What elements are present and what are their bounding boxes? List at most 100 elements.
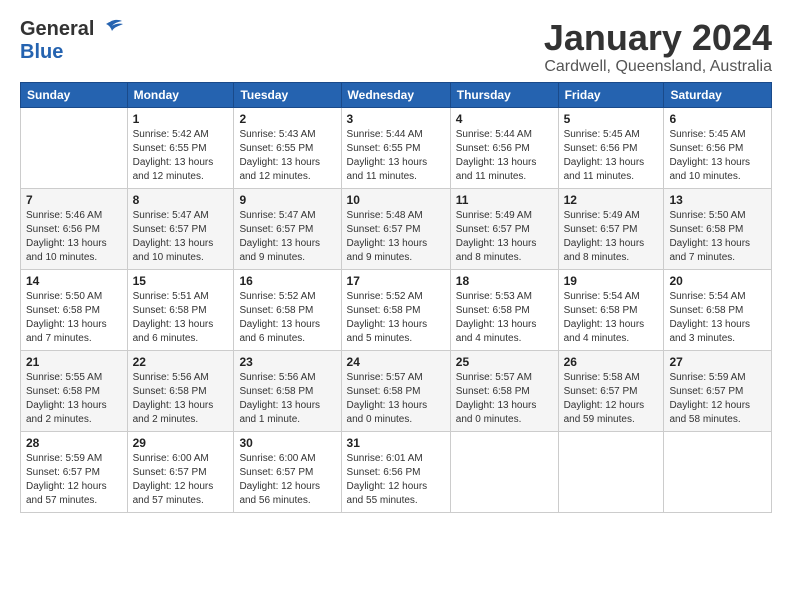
table-row: 23 Sunrise: 5:56 AMSunset: 6:58 PMDayligh… [234, 350, 341, 431]
col-tuesday: Tuesday [234, 82, 341, 107]
table-row [664, 431, 772, 512]
day-info: Sunrise: 5:59 AMSunset: 6:57 PMDaylight:… [669, 371, 766, 427]
day-number: 6 [669, 112, 766, 126]
table-row: 3 Sunrise: 5:44 AMSunset: 6:55 PMDaylight… [341, 107, 450, 188]
table-row: 29Sunrise: 6:00 AMSunset: 6:57 PMDayligh… [127, 431, 234, 512]
day-info: Sunrise: 5:43 AMSunset: 6:55 PMDaylight:… [239, 128, 335, 184]
day-info: Sunrise: 5:45 AMSunset: 6:56 PMDaylight:… [564, 128, 659, 184]
calendar-week-row: 1Sunrise: 5:42 AMSunset: 6:55 PMDaylight… [21, 107, 772, 188]
day-info: Sunrise: 5:47 AMSunset: 6:57 PMDaylight:… [239, 209, 335, 265]
day-number: 5 [564, 112, 659, 126]
calendar-week-row: 21 Sunrise: 5:55 AMSunset: 6:58 PMDayligh… [21, 350, 772, 431]
day-info: Sunrise: 5:46 AMSunset: 6:56 PMDaylight:… [26, 209, 122, 265]
logo-general: General [20, 18, 94, 41]
table-row: 18 Sunrise: 5:53 AMSunset: 6:58 PMDayligh… [450, 269, 558, 350]
day-number: 7 [26, 193, 122, 207]
table-row: 26Sunrise: 5:58 AMSunset: 6:57 PMDayligh… [558, 350, 664, 431]
col-saturday: Saturday [664, 82, 772, 107]
day-number: 1 [133, 112, 229, 126]
day-number: 29 [133, 436, 229, 450]
table-row: 20 Sunrise: 5:54 AMSunset: 6:58 PMDayligh… [664, 269, 772, 350]
calendar-week-row: 14 Sunrise: 5:50 AMSunset: 6:58 PMDayligh… [21, 269, 772, 350]
day-number: 12 [564, 193, 659, 207]
day-number: 17 [347, 274, 445, 288]
table-row: 16 Sunrise: 5:52 AMSunset: 6:58 PMDayligh… [234, 269, 341, 350]
day-number: 22 [133, 355, 229, 369]
day-info: Sunrise: 5:58 AMSunset: 6:57 PMDaylight:… [564, 371, 659, 427]
table-row: 25 Sunrise: 5:57 AMSunset: 6:58 PMDayligh… [450, 350, 558, 431]
day-number: 30 [239, 436, 335, 450]
table-row: 11Sunrise: 5:49 AMSunset: 6:57 PMDayligh… [450, 188, 558, 269]
day-number: 28 [26, 436, 122, 450]
day-info: Sunrise: 5:52 AMSunset: 6:58 PMDaylight:… [347, 290, 445, 346]
day-info: Sunrise: 5:44 AMSunset: 6:56 PMDaylight:… [456, 128, 553, 184]
table-row: 2 Sunrise: 5:43 AMSunset: 6:55 PMDaylight… [234, 107, 341, 188]
day-info: Sunrise: 5:51 AMSunset: 6:58 PMDaylight:… [133, 290, 229, 346]
day-info: Sunrise: 5:59 AMSunset: 6:57 PMDaylight:… [26, 452, 122, 508]
page: General Blue January 2024 Cardwell, Quee… [0, 0, 792, 523]
day-info: Sunrise: 5:45 AMSunset: 6:56 PMDaylight:… [669, 128, 766, 184]
day-number: 4 [456, 112, 553, 126]
col-monday: Monday [127, 82, 234, 107]
day-info: Sunrise: 5:55 AMSunset: 6:58 PMDaylight:… [26, 371, 122, 427]
day-info: Sunrise: 5:48 AMSunset: 6:57 PMDaylight:… [347, 209, 445, 265]
calendar-week-row: 7 Sunrise: 5:46 AMSunset: 6:56 PMDaylight… [21, 188, 772, 269]
table-row [450, 431, 558, 512]
calendar-week-row: 28 Sunrise: 5:59 AMSunset: 6:57 PMDayligh… [21, 431, 772, 512]
table-row: 13Sunrise: 5:50 AMSunset: 6:58 PMDayligh… [664, 188, 772, 269]
day-number: 15 [133, 274, 229, 288]
day-number: 14 [26, 274, 122, 288]
logo: General Blue [20, 18, 124, 64]
table-row [558, 431, 664, 512]
table-row: 12 Sunrise: 5:49 AMSunset: 6:57 PMDayligh… [558, 188, 664, 269]
day-info: Sunrise: 6:01 AMSunset: 6:56 PMDaylight:… [347, 452, 445, 508]
table-row: 30 Sunrise: 6:00 AMSunset: 6:57 PMDayligh… [234, 431, 341, 512]
day-number: 16 [239, 274, 335, 288]
day-number: 25 [456, 355, 553, 369]
day-info: Sunrise: 5:52 AMSunset: 6:58 PMDaylight:… [239, 290, 335, 346]
day-number: 24 [347, 355, 445, 369]
day-info: Sunrise: 5:50 AMSunset: 6:58 PMDaylight:… [26, 290, 122, 346]
table-row: 8 Sunrise: 5:47 AMSunset: 6:57 PMDaylight… [127, 188, 234, 269]
table-row: 22 Sunrise: 5:56 AMSunset: 6:58 PMDayligh… [127, 350, 234, 431]
day-number: 18 [456, 274, 553, 288]
day-number: 20 [669, 274, 766, 288]
day-number: 27 [669, 355, 766, 369]
day-number: 21 [26, 355, 122, 369]
table-row: 19 Sunrise: 5:54 AMSunset: 6:58 PMDayligh… [558, 269, 664, 350]
day-info: Sunrise: 5:56 AMSunset: 6:58 PMDaylight:… [133, 371, 229, 427]
day-info: Sunrise: 5:44 AMSunset: 6:55 PMDaylight:… [347, 128, 445, 184]
day-info: Sunrise: 5:53 AMSunset: 6:58 PMDaylight:… [456, 290, 553, 346]
day-number: 3 [347, 112, 445, 126]
day-number: 2 [239, 112, 335, 126]
day-info: Sunrise: 5:47 AMSunset: 6:57 PMDaylight:… [133, 209, 229, 265]
month-title: January 2024 [544, 18, 772, 58]
day-number: 23 [239, 355, 335, 369]
calendar-table: Sunday Monday Tuesday Wednesday Thursday… [20, 82, 772, 513]
day-info: Sunrise: 5:56 AMSunset: 6:58 PMDaylight:… [239, 371, 335, 427]
table-row: 7 Sunrise: 5:46 AMSunset: 6:56 PMDaylight… [21, 188, 128, 269]
header: General Blue January 2024 Cardwell, Quee… [20, 18, 772, 76]
day-info: Sunrise: 5:50 AMSunset: 6:58 PMDaylight:… [669, 209, 766, 265]
day-info: Sunrise: 5:57 AMSunset: 6:58 PMDaylight:… [347, 371, 445, 427]
day-info: Sunrise: 5:49 AMSunset: 6:57 PMDaylight:… [564, 209, 659, 265]
table-row: 6 Sunrise: 5:45 AMSunset: 6:56 PMDaylight… [664, 107, 772, 188]
day-info: Sunrise: 5:54 AMSunset: 6:58 PMDaylight:… [669, 290, 766, 346]
logo-bird-icon [96, 18, 124, 40]
table-row: 21 Sunrise: 5:55 AMSunset: 6:58 PMDayligh… [21, 350, 128, 431]
day-info: Sunrise: 5:54 AMSunset: 6:58 PMDaylight:… [564, 290, 659, 346]
table-row: 1Sunrise: 5:42 AMSunset: 6:55 PMDaylight… [127, 107, 234, 188]
day-info: Sunrise: 6:00 AMSunset: 6:57 PMDaylight:… [239, 452, 335, 508]
logo-blue: Blue [20, 41, 63, 64]
table-row [21, 107, 128, 188]
table-row: 4 Sunrise: 5:44 AMSunset: 6:56 PMDaylight… [450, 107, 558, 188]
day-number: 31 [347, 436, 445, 450]
day-number: 8 [133, 193, 229, 207]
col-sunday: Sunday [21, 82, 128, 107]
title-area: January 2024 Cardwell, Queensland, Austr… [544, 18, 772, 76]
table-row: 14 Sunrise: 5:50 AMSunset: 6:58 PMDayligh… [21, 269, 128, 350]
day-number: 19 [564, 274, 659, 288]
day-info: Sunrise: 5:57 AMSunset: 6:58 PMDaylight:… [456, 371, 553, 427]
col-friday: Friday [558, 82, 664, 107]
day-number: 11 [456, 193, 553, 207]
